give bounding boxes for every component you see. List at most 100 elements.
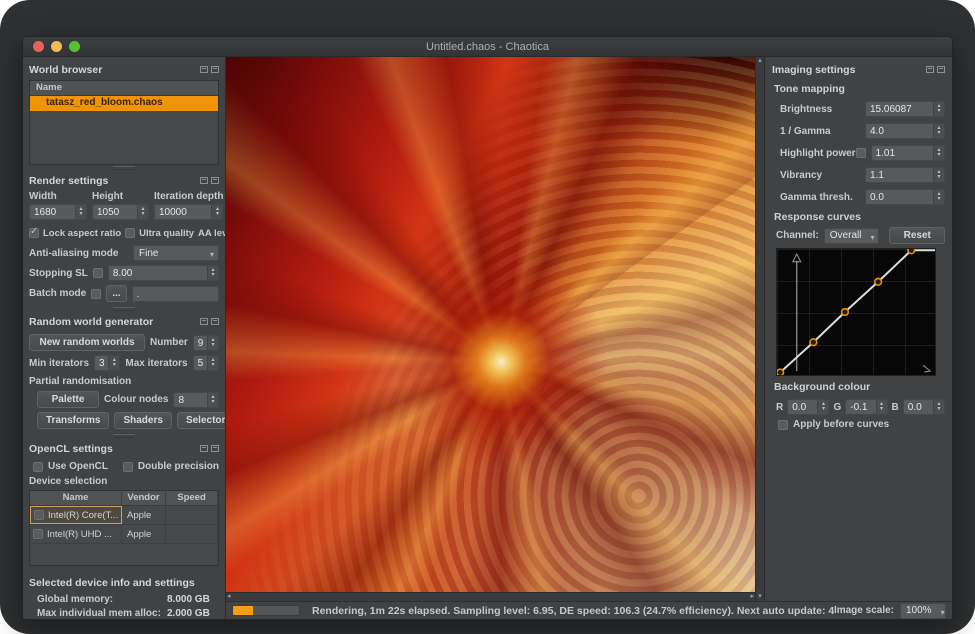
spinner-arrows[interactable] (876, 400, 887, 414)
height-value[interactable]: 1050 (93, 205, 137, 219)
highlight-power-checkbox[interactable] (856, 148, 866, 158)
number-input[interactable]: 9 (193, 335, 219, 351)
width-input[interactable]: 1680 (29, 204, 87, 220)
brightness-input[interactable]: 15.06087 (865, 101, 945, 117)
vibrancy-input[interactable]: 1.1 (865, 167, 945, 183)
device-col-vendor[interactable]: Vendor (122, 491, 166, 505)
float-icon[interactable] (200, 318, 208, 325)
stopping-sl-checkbox[interactable] (93, 268, 103, 278)
device-checkbox[interactable] (33, 529, 43, 539)
spinner-arrows[interactable] (933, 102, 944, 116)
curve-control-point[interactable] (875, 278, 882, 285)
double-precision-checkbox[interactable] (123, 462, 133, 472)
channel-dropdown[interactable]: Overall (824, 228, 880, 244)
horizontal-scrollbar[interactable]: ◂ ▸ (226, 592, 755, 601)
min-iterators-input[interactable]: 3 (94, 355, 120, 371)
float-icon[interactable] (200, 66, 208, 73)
green-value[interactable]: -0.1 (846, 400, 875, 414)
fractal-image[interactable] (226, 57, 755, 592)
gamma-thresh-input[interactable]: 0.0 (865, 189, 945, 205)
splitter-handle[interactable] (29, 165, 219, 170)
stopping-sl-input[interactable]: 8.00 (108, 265, 219, 281)
transforms-button[interactable]: Transforms (37, 412, 109, 429)
spinner-arrows[interactable] (137, 205, 148, 219)
new-random-worlds-button[interactable]: New random worlds (29, 334, 145, 351)
scroll-up-icon[interactable]: ▴ (757, 57, 763, 65)
float-icon[interactable] (200, 445, 208, 452)
red-input[interactable]: 0.0 (787, 399, 829, 415)
gamma-input[interactable]: 4.0 (865, 123, 945, 139)
batch-path-input[interactable]: . (132, 286, 219, 302)
spinner-arrows[interactable] (211, 205, 222, 219)
scroll-down-icon[interactable]: ▾ (757, 593, 763, 601)
width-value[interactable]: 1680 (30, 205, 75, 219)
vertical-scrollbar[interactable]: ▴ ▾ (755, 57, 764, 601)
gamma-thresh-value[interactable]: 0.0 (866, 190, 933, 204)
world-list-selected-row[interactable]: tatasz_red_bloom.chaos (30, 96, 218, 111)
stopping-sl-value[interactable]: 8.00 (109, 266, 207, 280)
response-curve-editor[interactable] (776, 248, 936, 376)
green-input[interactable]: -0.1 (845, 399, 887, 415)
close-icon[interactable] (211, 318, 219, 325)
batch-path-value[interactable]: . (133, 287, 218, 301)
curve-control-point[interactable] (842, 309, 849, 316)
aa-mode-dropdown[interactable]: Fine (133, 245, 219, 261)
float-icon[interactable] (200, 177, 208, 184)
batch-mode-checkbox[interactable] (91, 289, 101, 299)
spinner-arrows[interactable] (108, 356, 119, 370)
spinner-arrows[interactable] (817, 400, 828, 414)
apply-before-curves-checkbox[interactable] (778, 420, 788, 430)
world-list[interactable]: Name tatasz_red_bloom.chaos (29, 80, 219, 165)
blue-value[interactable]: 0.0 (904, 400, 933, 414)
splitter-handle[interactable] (29, 306, 219, 311)
spinner-arrows[interactable] (207, 266, 218, 280)
spinner-arrows[interactable] (207, 336, 218, 350)
colour-nodes-value[interactable]: 8 (174, 393, 207, 407)
splitter-handle[interactable] (29, 433, 219, 438)
close-icon[interactable] (211, 66, 219, 73)
palette-button[interactable]: Palette (37, 391, 99, 408)
world-list-name-header[interactable]: Name (30, 81, 218, 96)
highlight-power-value[interactable]: 1.01 (872, 146, 933, 160)
browse-button[interactable]: ... (106, 285, 126, 302)
device-row[interactable]: Intel(R) Core(T... Apple (30, 506, 218, 525)
iteration-depth-value[interactable]: 10000 (155, 205, 211, 219)
max-iterators-input[interactable]: 5 (193, 355, 219, 371)
ultra-quality-checkbox[interactable] (125, 228, 135, 238)
device-table[interactable]: Name Vendor Speed Intel(R) Core(T... App… (29, 490, 219, 566)
scroll-left-icon[interactable]: ◂ (226, 593, 232, 601)
float-icon[interactable] (926, 66, 934, 73)
highlight-power-input[interactable]: 1.01 (871, 145, 945, 161)
lock-aspect-ratio-checkbox[interactable] (29, 228, 39, 238)
spinner-arrows[interactable] (75, 205, 86, 219)
device-col-name[interactable]: Name (30, 491, 122, 505)
spinner-arrows[interactable] (933, 190, 944, 204)
title-bar[interactable]: Untitled.chaos - Chaotica (23, 37, 952, 57)
spinner-arrows[interactable] (207, 393, 218, 407)
colour-nodes-input[interactable]: 8 (173, 392, 219, 408)
blue-input[interactable]: 0.0 (903, 399, 945, 415)
close-icon[interactable] (211, 177, 219, 184)
device-col-speed[interactable]: Speed (166, 491, 218, 505)
curve-control-point[interactable] (908, 249, 915, 254)
close-icon[interactable] (937, 66, 945, 73)
use-opencl-checkbox[interactable] (33, 462, 43, 472)
curve-control-point[interactable] (810, 339, 817, 346)
reset-curves-button[interactable]: Reset (889, 227, 945, 244)
max-iterators-value[interactable]: 5 (194, 356, 207, 370)
spinner-arrows[interactable] (933, 168, 944, 182)
shaders-button[interactable]: Shaders (114, 412, 171, 429)
number-value[interactable]: 9 (194, 336, 207, 350)
close-icon[interactable] (211, 445, 219, 452)
spinner-arrows[interactable] (207, 356, 218, 370)
device-row[interactable]: Intel(R) UHD ... Apple (30, 525, 218, 544)
device-checkbox[interactable] (34, 510, 44, 520)
selectors-button[interactable]: Selectors (177, 412, 226, 429)
min-iterators-value[interactable]: 3 (95, 356, 108, 370)
spinner-arrows[interactable] (933, 124, 944, 138)
iteration-depth-input[interactable]: 10000 (154, 204, 223, 220)
brightness-value[interactable]: 15.06087 (866, 102, 933, 116)
render-view[interactable] (226, 57, 755, 592)
vibrancy-value[interactable]: 1.1 (866, 168, 933, 182)
height-input[interactable]: 1050 (92, 204, 149, 220)
